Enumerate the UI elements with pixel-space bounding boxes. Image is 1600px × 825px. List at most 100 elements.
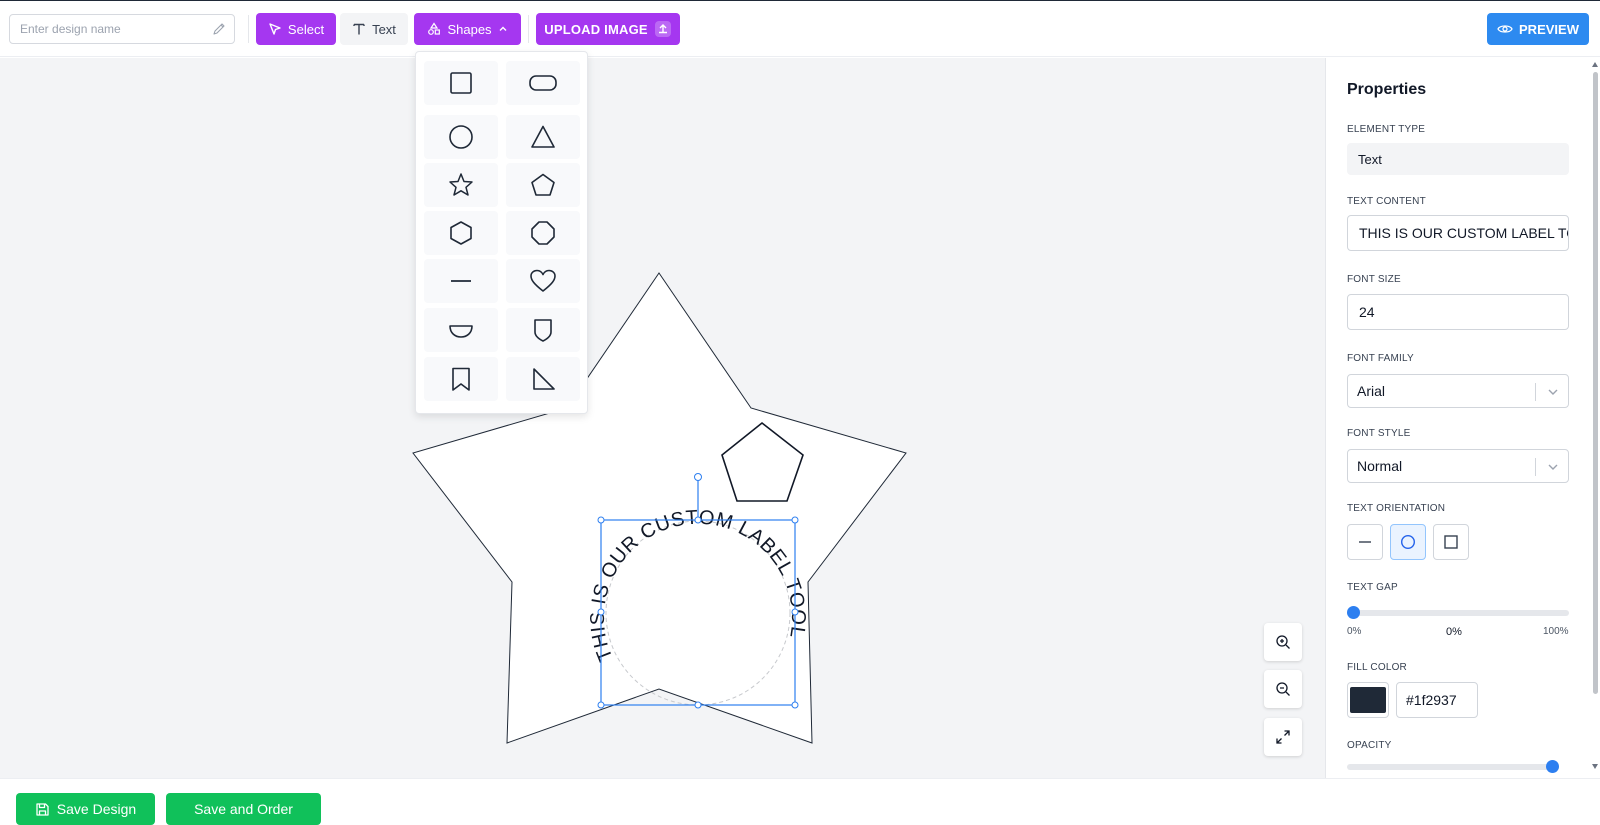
shape-option-triangle[interactable] <box>506 115 580 159</box>
select-divider <box>1535 383 1536 401</box>
shape-option-half-circle[interactable] <box>424 308 498 352</box>
font-size-input[interactable]: 24 <box>1347 294 1569 330</box>
save-icon <box>36 802 49 816</box>
font-family-label: FONT FAMILY <box>1347 353 1414 364</box>
footer-bar: Save Design Save and Order <box>0 778 1600 825</box>
preview-button[interactable]: PREVIEW <box>1487 13 1589 45</box>
font-style-label: FONT STYLE <box>1347 428 1411 439</box>
select-tool-label: Select <box>287 21 325 37</box>
text-content-input[interactable]: THIS IS OUR CUSTOM LABEL TOOL <box>1347 215 1569 251</box>
text-orientation-label: TEXT ORIENTATION <box>1347 503 1446 514</box>
shapes-tool-button[interactable]: Shapes <box>414 13 521 45</box>
upload-image-button[interactable]: UPLOAD IMAGE <box>536 13 680 45</box>
text-gap-slider[interactable] <box>1347 606 1569 619</box>
pentagon-icon <box>531 173 555 196</box>
shape-option-pill[interactable] <box>506 61 580 105</box>
font-style-select[interactable]: Normal <box>1347 449 1569 483</box>
select-divider <box>1535 458 1536 476</box>
font-size-label: FONT SIZE <box>1347 274 1401 285</box>
fill-color-hex-input[interactable]: #1f2937 <box>1396 682 1478 718</box>
chevron-up-icon <box>499 26 507 31</box>
shape-option-pentagon[interactable] <box>506 163 580 207</box>
shape-option-octagon[interactable] <box>506 211 580 255</box>
opacity-label: OPACITY <box>1347 740 1392 751</box>
toolbar-divider <box>528 15 529 43</box>
rotate-handle[interactable] <box>694 473 702 481</box>
right-triangle-icon <box>533 368 555 390</box>
orientation-square-button[interactable] <box>1433 524 1469 560</box>
toolbar-divider <box>248 15 249 43</box>
save-and-order-label: Save and Order <box>194 801 293 817</box>
resize-handle[interactable] <box>791 608 799 616</box>
resize-handle[interactable] <box>694 516 702 524</box>
shapes-dropdown <box>415 51 588 414</box>
square-icon <box>1444 535 1458 549</box>
text-content-label: TEXT CONTENT <box>1347 196 1426 207</box>
text-tool-label: Text <box>372 21 396 37</box>
shield-icon <box>534 319 552 342</box>
design-canvas[interactable]: THIS IS OUR CUSTOM LABEL TOOL <box>0 58 1325 778</box>
resize-handle[interactable] <box>694 701 702 709</box>
color-preview <box>1350 687 1386 713</box>
text-gap-min: 0% <box>1347 626 1362 637</box>
cursor-icon <box>269 23 281 35</box>
shape-option-heart[interactable] <box>506 259 580 303</box>
shape-option-shield[interactable] <box>506 308 580 352</box>
chevron-down-icon <box>1548 464 1558 470</box>
triangle-icon <box>531 125 555 148</box>
horizontal-line-icon <box>1359 541 1371 543</box>
font-style-value: Normal <box>1357 458 1403 474</box>
resize-handle[interactable] <box>597 608 605 616</box>
fill-color-label: FILL COLOR <box>1347 662 1407 673</box>
save-and-order-button[interactable]: Save and Order <box>166 793 321 825</box>
expand-icon <box>1276 730 1290 744</box>
zoom-in-button[interactable] <box>1264 623 1302 661</box>
text-tool-button[interactable]: Text <box>340 13 408 45</box>
scroll-down-arrow[interactable] <box>1592 764 1598 769</box>
design-name-field[interactable] <box>9 14 235 44</box>
design-name-input[interactable] <box>10 15 200 43</box>
text-gap-max: 100% <box>1543 626 1569 637</box>
shape-option-square[interactable] <box>424 61 498 105</box>
resize-handle[interactable] <box>597 701 605 709</box>
circle-icon <box>449 125 473 149</box>
shape-option-right-triangle[interactable] <box>506 357 580 401</box>
zoom-out-button[interactable] <box>1264 670 1302 708</box>
shape-option-star[interactable] <box>424 163 498 207</box>
scrollbar-thumb[interactable] <box>1593 72 1598 694</box>
orientation-circle-button[interactable] <box>1390 524 1426 560</box>
resize-handle[interactable] <box>597 516 605 524</box>
shape-option-hexagon[interactable] <box>424 211 498 255</box>
opacity-slider[interactable] <box>1347 760 1559 773</box>
heart-icon <box>530 269 556 292</box>
properties-title: Properties <box>1347 81 1427 98</box>
shapes-icon <box>428 22 441 35</box>
slider-thumb[interactable] <box>1546 760 1559 773</box>
font-family-value: Arial <box>1357 383 1386 399</box>
fit-screen-button[interactable] <box>1264 718 1302 756</box>
shape-option-bookmark[interactable] <box>424 357 498 401</box>
font-family-select[interactable]: Arial <box>1347 374 1569 408</box>
select-tool-button[interactable]: Select <box>256 13 336 45</box>
resize-handle[interactable] <box>791 516 799 524</box>
orientation-horizontal-button[interactable] <box>1347 524 1383 560</box>
square-icon <box>450 72 472 94</box>
shape-option-line[interactable] <box>424 259 498 303</box>
shape-option-circle[interactable] <box>424 115 498 159</box>
hexagon-icon <box>450 221 472 245</box>
slider-thumb[interactable] <box>1347 606 1360 619</box>
bookmark-icon <box>452 367 470 391</box>
text-gap-value: 0% <box>1446 626 1462 638</box>
resize-handle[interactable] <box>791 701 799 709</box>
fill-color-swatch[interactable] <box>1347 682 1389 718</box>
save-design-button[interactable]: Save Design <box>16 793 155 825</box>
shapes-tool-label: Shapes <box>447 21 492 37</box>
scroll-up-arrow[interactable] <box>1592 62 1598 67</box>
chevron-down-icon <box>1548 389 1558 395</box>
star-icon <box>449 173 473 196</box>
zoom-out-icon <box>1276 682 1290 696</box>
half-circle-icon <box>449 325 473 338</box>
toolbar: Select Text Shapes UPLOAD IMAGE PREVIEW <box>0 1 1600 57</box>
panel-scrollbar[interactable] <box>1590 58 1600 778</box>
element-type-value: Text <box>1347 143 1569 175</box>
